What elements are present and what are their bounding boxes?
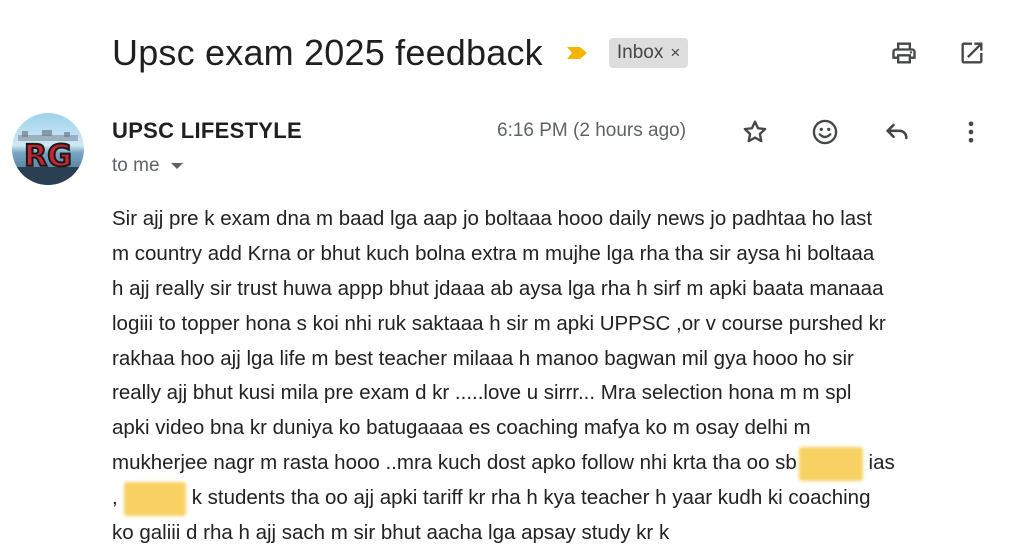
body-text-segment: mukherjee nagr m rasta hooo ..mra kuch d… — [112, 451, 797, 475]
inbox-label-chip[interactable]: Inbox × — [608, 38, 689, 68]
print-icon — [892, 42, 916, 64]
body-line: ko galiii d rha h ajj sach m sir bhut aa… — [112, 521, 670, 545]
body-line: really ajj bhut kusi mila pre exam d kr … — [112, 381, 852, 405]
body-text-segment: ias — [868, 451, 895, 475]
body-line: , k students tha oo ajj apki tariff kr rh… — [112, 481, 992, 516]
body-text-segment: k students tha oo ajj apki tariff kr rha… — [191, 486, 871, 510]
thread-actions — [889, 38, 987, 68]
recipient-text: to me — [112, 155, 160, 176]
chevron-down-icon[interactable] — [170, 162, 184, 170]
email-subject: Upsc exam 2025 feedback — [112, 32, 543, 73]
sender-name[interactable]: UPSC LIFESTYLE — [112, 118, 302, 144]
avatar-monogram: RG — [24, 139, 72, 174]
emoji-icon — [812, 119, 838, 145]
reply-button[interactable] — [880, 115, 914, 149]
sender-avatar[interactable]: RG — [12, 113, 84, 185]
more-options-button[interactable] — [954, 115, 988, 149]
open-in-new-window-button[interactable] — [957, 38, 987, 68]
body-line: m country add Krna or bhut kuch bolna ex… — [112, 241, 875, 265]
importance-marker-icon[interactable] — [565, 45, 589, 61]
body-line: logiii to topper hona s koi nhi ruk sakt… — [112, 311, 886, 335]
remove-label-button[interactable]: × — [670, 43, 680, 63]
redacted-text — [798, 446, 863, 481]
message-actions — [738, 115, 988, 149]
body-line: rakhaa hoo ajj lga life m best teacher m… — [112, 346, 854, 370]
email-timestamp: 6:16 PM (2 hours ago) — [497, 120, 687, 141]
subject-row: Upsc exam 2025 feedback Inbox × — [112, 30, 689, 76]
body-text-segment: , — [112, 486, 118, 510]
avatar-image: RG — [12, 113, 84, 185]
star-button[interactable] — [738, 115, 772, 149]
body-line: h ajj really sir trust huwa appp bhut jd… — [112, 276, 884, 300]
reply-icon — [886, 123, 908, 140]
body-line: apki video bna kr duniya ko batugaaaa es… — [112, 416, 811, 440]
body-line: Sir ajj pre k exam dna m baad lga aap jo… — [112, 207, 873, 230]
print-button[interactable] — [889, 38, 919, 68]
recipient-line: to me — [112, 155, 184, 177]
more-vert-icon — [968, 121, 974, 143]
body-line: mukherjee nagr m rasta hooo ..mra kuch d… — [112, 446, 992, 481]
email-body: Sir ajj pre k exam dna m baad lga aap jo… — [112, 202, 992, 551]
label-text: Inbox — [616, 42, 664, 63]
star-icon — [743, 120, 767, 143]
open-in-new-icon — [961, 42, 983, 64]
redacted-text — [123, 481, 186, 516]
add-reaction-button[interactable] — [808, 115, 842, 149]
